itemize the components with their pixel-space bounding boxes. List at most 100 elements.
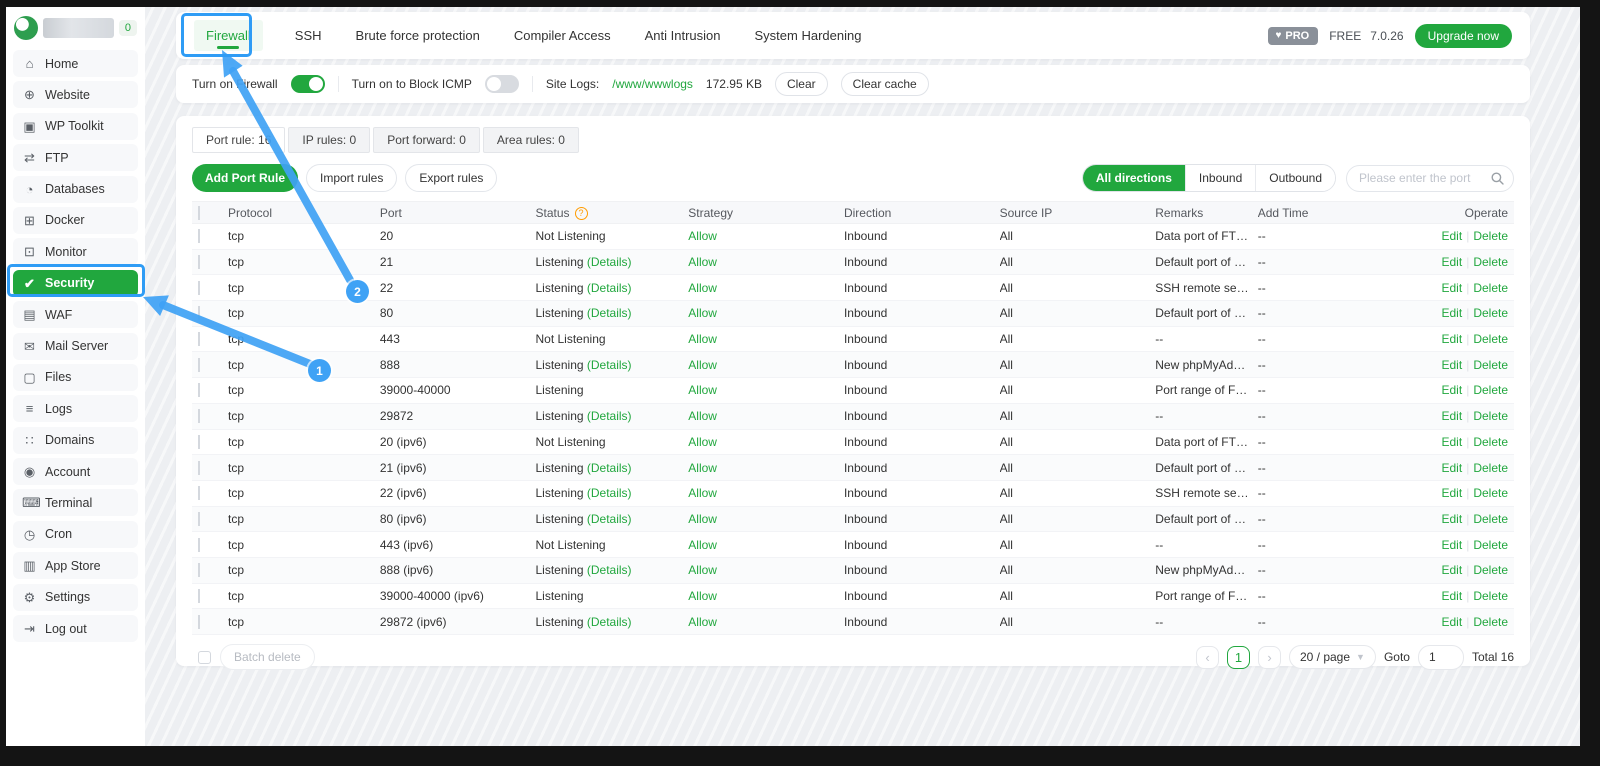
edit-link[interactable]: Edit xyxy=(1442,306,1463,320)
row-checkbox[interactable] xyxy=(198,461,200,475)
sidebar-item-logs[interactable]: ≡Logs xyxy=(13,395,138,422)
tab-anti-intrusion[interactable]: Anti Intrusion xyxy=(643,20,723,51)
delete-link[interactable]: Delete xyxy=(1473,409,1508,423)
add-port-rule-button[interactable]: Add Port Rule xyxy=(192,164,298,192)
edit-link[interactable]: Edit xyxy=(1442,409,1463,423)
tab-compiler-access[interactable]: Compiler Access xyxy=(512,20,613,51)
delete-link[interactable]: Delete xyxy=(1473,486,1508,500)
sidebar-item-docker[interactable]: ⊞Docker xyxy=(13,207,138,234)
tab-brute-force-protection[interactable]: Brute force protection xyxy=(354,20,482,51)
edit-link[interactable]: Edit xyxy=(1442,281,1463,295)
details-link[interactable]: (Details) xyxy=(587,563,632,577)
delete-link[interactable]: Delete xyxy=(1473,255,1508,269)
sidebar-item-log-out[interactable]: ⇥Log out xyxy=(13,615,138,642)
sidebar-item-account[interactable]: ◉Account xyxy=(13,458,138,485)
tab-system-hardening[interactable]: System Hardening xyxy=(753,20,864,51)
prev-page-button[interactable]: ‹ xyxy=(1196,646,1219,669)
delete-link[interactable]: Delete xyxy=(1473,563,1508,577)
sidebar-item-cron[interactable]: ◷Cron xyxy=(13,521,138,548)
batch-select-checkbox[interactable] xyxy=(198,651,211,664)
filter-inbound[interactable]: Inbound xyxy=(1185,165,1255,191)
delete-link[interactable]: Delete xyxy=(1473,538,1508,552)
delete-link[interactable]: Delete xyxy=(1473,358,1508,372)
row-checkbox[interactable] xyxy=(198,615,200,629)
delete-link[interactable]: Delete xyxy=(1473,229,1508,243)
details-link[interactable]: (Details) xyxy=(587,409,632,423)
details-link[interactable]: (Details) xyxy=(587,615,632,629)
delete-link[interactable]: Delete xyxy=(1473,332,1508,346)
edit-link[interactable]: Edit xyxy=(1442,538,1463,552)
details-link[interactable]: (Details) xyxy=(587,306,632,320)
delete-link[interactable]: Delete xyxy=(1473,306,1508,320)
delete-link[interactable]: Delete xyxy=(1473,512,1508,526)
sidebar-item-waf[interactable]: ▤WAF xyxy=(13,301,138,328)
row-checkbox[interactable] xyxy=(198,589,200,603)
rule-tab-port-forward-0[interactable]: Port forward: 0 xyxy=(373,127,480,153)
edit-link[interactable]: Edit xyxy=(1442,383,1463,397)
details-link[interactable]: (Details) xyxy=(587,281,632,295)
row-checkbox[interactable] xyxy=(198,255,200,269)
rule-tab-ip-rules-0[interactable]: IP rules: 0 xyxy=(288,127,370,153)
edit-link[interactable]: Edit xyxy=(1442,512,1463,526)
export-rules-button[interactable]: Export rules xyxy=(405,164,497,192)
details-link[interactable]: (Details) xyxy=(587,358,632,372)
delete-link[interactable]: Delete xyxy=(1473,461,1508,475)
status-help-icon[interactable]: ? xyxy=(575,207,588,220)
sidebar-item-files[interactable]: ▢Files xyxy=(13,364,138,391)
sidebar-item-settings[interactable]: ⚙Settings xyxy=(13,584,138,611)
details-link[interactable]: (Details) xyxy=(587,486,632,500)
filter-all-directions[interactable]: All directions xyxy=(1083,165,1185,191)
next-page-button[interactable]: › xyxy=(1258,646,1281,669)
clear-cache-button[interactable]: Clear cache xyxy=(841,72,929,96)
edit-link[interactable]: Edit xyxy=(1442,332,1463,346)
sidebar-item-ftp[interactable]: ⇄FTP xyxy=(13,144,138,171)
delete-link[interactable]: Delete xyxy=(1473,615,1508,629)
site-logs-path-link[interactable]: /www/wwwlogs xyxy=(612,77,693,91)
edit-link[interactable]: Edit xyxy=(1442,461,1463,475)
firewall-toggle[interactable] xyxy=(291,75,325,93)
goto-page-input[interactable] xyxy=(1418,645,1464,670)
row-checkbox[interactable] xyxy=(198,435,200,449)
filter-outbound[interactable]: Outbound xyxy=(1255,165,1335,191)
delete-link[interactable]: Delete xyxy=(1473,281,1508,295)
sidebar-item-mail-server[interactable]: ✉Mail Server xyxy=(13,333,138,360)
row-checkbox[interactable] xyxy=(198,409,200,423)
sidebar-item-domains[interactable]: ∷Domains xyxy=(13,427,138,454)
row-checkbox[interactable] xyxy=(198,538,200,552)
select-all-checkbox[interactable] xyxy=(198,206,200,220)
row-checkbox[interactable] xyxy=(198,512,200,526)
rule-tab-area-rules-0[interactable]: Area rules: 0 xyxy=(483,127,579,153)
port-search-input[interactable] xyxy=(1346,165,1514,192)
page-size-select[interactable]: 20 / page ▼ xyxy=(1289,645,1376,669)
row-checkbox[interactable] xyxy=(198,563,200,577)
edit-link[interactable]: Edit xyxy=(1442,615,1463,629)
sidebar-item-website[interactable]: ⊕Website xyxy=(13,81,138,108)
details-link[interactable]: (Details) xyxy=(587,512,632,526)
row-checkbox[interactable] xyxy=(198,229,200,243)
edit-link[interactable]: Edit xyxy=(1442,435,1463,449)
sidebar-item-security[interactable]: ✔Security xyxy=(13,270,138,297)
batch-delete-button[interactable]: Batch delete xyxy=(220,644,315,670)
notification-badge[interactable]: 0 xyxy=(119,20,137,36)
delete-link[interactable]: Delete xyxy=(1473,383,1508,397)
sidebar-item-app-store[interactable]: ▥App Store xyxy=(13,552,138,579)
icmp-toggle[interactable] xyxy=(485,75,519,93)
edit-link[interactable]: Edit xyxy=(1442,589,1463,603)
sidebar-item-monitor[interactable]: ⊡Monitor xyxy=(13,238,138,265)
edit-link[interactable]: Edit xyxy=(1442,229,1463,243)
row-checkbox[interactable] xyxy=(198,306,200,320)
row-checkbox[interactable] xyxy=(198,332,200,346)
upgrade-now-button[interactable]: Upgrade now xyxy=(1415,24,1512,48)
current-page-button[interactable]: 1 xyxy=(1227,646,1250,669)
sidebar-item-terminal[interactable]: ⌨Terminal xyxy=(13,489,138,516)
rule-tab-port-rule-16[interactable]: Port rule: 16 xyxy=(192,127,285,153)
edit-link[interactable]: Edit xyxy=(1442,486,1463,500)
delete-link[interactable]: Delete xyxy=(1473,589,1508,603)
sidebar-item-home[interactable]: ⌂Home xyxy=(13,50,138,77)
row-checkbox[interactable] xyxy=(198,358,200,372)
edit-link[interactable]: Edit xyxy=(1442,563,1463,577)
tab-ssh[interactable]: SSH xyxy=(293,20,324,51)
import-rules-button[interactable]: Import rules xyxy=(306,164,397,192)
row-checkbox[interactable] xyxy=(198,281,200,295)
details-link[interactable]: (Details) xyxy=(587,255,632,269)
